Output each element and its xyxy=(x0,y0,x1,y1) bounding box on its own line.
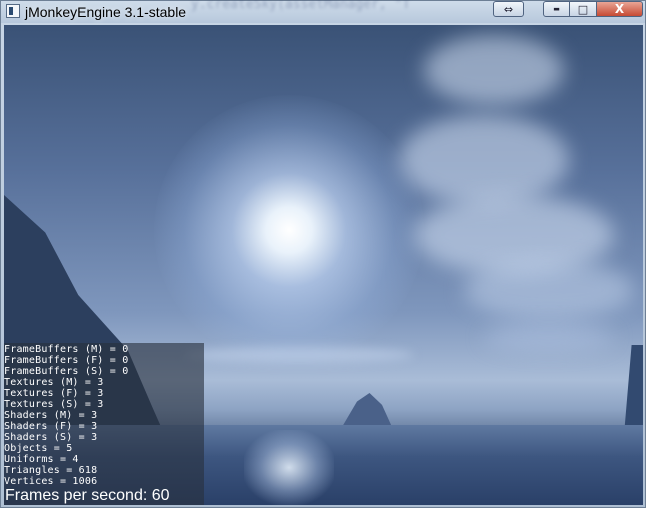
render-viewport[interactable]: FrameBuffers (M) = 0 FrameBuffers (F) = 0… xyxy=(4,25,643,505)
cloud-band xyxy=(184,347,414,363)
maximize-icon: □ xyxy=(577,2,589,16)
sun-glow xyxy=(154,95,424,365)
close-icon: X xyxy=(614,2,625,16)
stat-line: FrameBuffers (S) = 0 xyxy=(4,366,129,377)
sea-glint xyxy=(244,430,334,505)
distant-island xyxy=(342,393,392,427)
stat-line: FrameBuffers (M) = 0 xyxy=(4,344,129,355)
title-bar[interactable]: jMonkeyEngine 3.1-stable y.createSky(ass… xyxy=(1,0,645,23)
resize-arrows-icon: ⇔ xyxy=(503,2,514,16)
right-cliff xyxy=(624,345,643,435)
stat-line: Vertices = 1006 xyxy=(4,476,98,487)
fps-counter: Frames per second: 60 xyxy=(5,487,170,504)
cloud-band xyxy=(464,260,634,320)
stat-line: Textures (M) = 3 xyxy=(4,377,104,388)
stat-line: Shaders (M) = 3 xyxy=(4,410,98,421)
app-window: jMonkeyEngine 3.1-stable y.createSky(ass… xyxy=(0,0,646,508)
minimize-button[interactable]: ▬ xyxy=(543,1,570,17)
stat-line: Textures (S) = 3 xyxy=(4,399,104,410)
minimize-icon: ▬ xyxy=(553,5,560,13)
stat-line: Objects = 5 xyxy=(4,443,73,454)
stats-list: FrameBuffers (M) = 0 FrameBuffers (F) = 0… xyxy=(4,344,128,487)
java-window-icon[interactable] xyxy=(6,4,20,18)
stat-line: Uniforms = 4 xyxy=(4,454,79,465)
stat-line: Shaders (S) = 3 xyxy=(4,432,98,443)
cloud-band xyxy=(484,325,614,350)
stat-line: Shaders (F) = 3 xyxy=(4,421,98,432)
stat-line: FrameBuffers (F) = 0 xyxy=(4,355,129,366)
stat-line: Textures (F) = 3 xyxy=(4,388,104,399)
cloud-band xyxy=(424,35,564,105)
close-button[interactable]: X xyxy=(596,1,643,17)
window-title: jMonkeyEngine 3.1-stable xyxy=(25,4,187,20)
resize-button[interactable]: ⇔ xyxy=(493,1,524,17)
cloud-band xyxy=(399,115,569,205)
background-code-ghost-text: y.createSky(assetManager, "T xyxy=(191,0,411,12)
maximize-button[interactable]: □ xyxy=(569,1,597,17)
stat-line: Triangles = 618 xyxy=(4,465,98,476)
